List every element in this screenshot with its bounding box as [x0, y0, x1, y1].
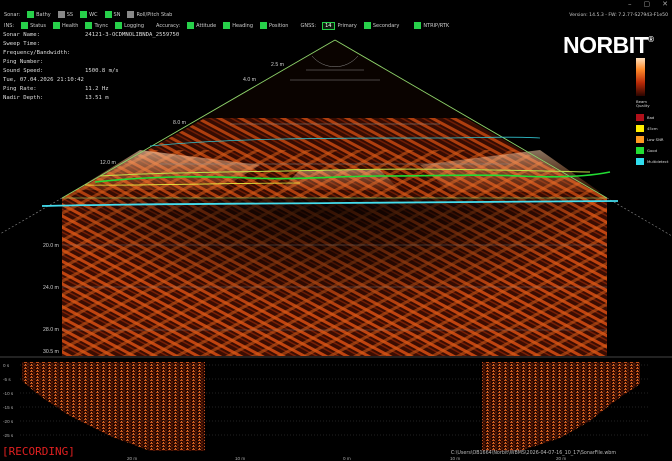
info-key: Ping Rate:: [3, 86, 37, 92]
norbit-logo: NORBIT®: [563, 32, 654, 59]
waterfall-y-ticks: 0 s -5 s -10 s -15 s -20 s -25 s: [3, 363, 14, 438]
info-panel: Sonar Name: 24121-3-OCDMNOLIBNDA_2559750 …: [3, 31, 179, 103]
legend-item: 45cm: [636, 123, 668, 134]
info-value: 11.2 Hz: [85, 86, 109, 92]
svg-text:10 m: 10 m: [235, 456, 245, 461]
legend-item: Multidetect: [636, 156, 668, 167]
range-label-30-5: 30.5 m: [43, 349, 59, 355]
legend-label: Good: [647, 147, 657, 153]
info-value: 24121-3-OCDMNOLIBNDA_2559750: [85, 32, 180, 38]
legend-swatch: [636, 124, 644, 132]
intensity-colorbar: [636, 58, 645, 96]
info-key: Tue, 07.04.2026 21:10:42: [3, 77, 84, 83]
legend-item: Low SNR: [636, 134, 668, 145]
info-value: 13.51 m: [85, 95, 109, 101]
recording-indicator: [RECORDING]: [2, 445, 75, 458]
logo-text: NORBIT: [563, 32, 649, 58]
legend-label: Low SNR: [647, 136, 664, 142]
range-label-4-0: 4.0 m: [243, 77, 256, 83]
info-key: Sound Speed:: [3, 68, 44, 74]
registered-mark: ®: [648, 35, 654, 45]
range-label-28-0: 28.0 m: [43, 327, 59, 333]
info-key: Sweep Time:: [3, 41, 41, 47]
svg-text:20 m: 20 m: [556, 456, 566, 461]
legend-label: Multidetect: [647, 158, 669, 164]
range-label-8-0: 8.0 m: [173, 120, 186, 126]
svg-text:-5 s: -5 s: [3, 377, 11, 382]
legend-swatch: [636, 135, 644, 143]
waterfall-right-swath: [482, 362, 640, 451]
waterfall-panel[interactable]: 0 s -5 s -10 s -15 s -20 s -25 s 20 m 10…: [0, 356, 672, 461]
svg-text:0 s: 0 s: [3, 363, 10, 368]
legend-title: Beam Quality: [636, 99, 650, 109]
info-key: Frequency/Bandwidth:: [3, 50, 71, 56]
legend-item: Good: [636, 145, 668, 156]
info-value: 1500.8 m/s: [85, 68, 119, 74]
range-label-24-0: 24.0 m: [43, 285, 59, 291]
svg-text:20 m: 20 m: [127, 456, 137, 461]
file-path: C:\Users\OB1664\Norbit\WBMS\2026-04-07-1…: [450, 451, 616, 456]
waterfall-left-swath: [22, 362, 205, 451]
legend-swatch: [636, 146, 644, 154]
svg-text:0 m: 0 m: [343, 456, 351, 461]
svg-text:-10 s: -10 s: [3, 391, 14, 396]
legend-label: Bad: [647, 114, 655, 120]
range-label-20-0: 20.0 m: [43, 243, 59, 249]
range-label-12-0: 12.0 m: [100, 160, 116, 166]
beam-quality-legend: Beam Quality Bad 45cm Low SNR Good Multi…: [636, 99, 668, 167]
waterfall-x-ticks: 20 m 10 m 0 m 10 m 20 m: [127, 456, 566, 461]
svg-text:-25 s: -25 s: [3, 433, 14, 438]
legend-label: 45cm: [647, 125, 658, 131]
legend-item: Bad: [636, 112, 668, 123]
info-key: Nadir Depth:: [3, 95, 44, 101]
info-key: Ping Number:: [3, 59, 44, 65]
svg-text:10 m: 10 m: [450, 456, 460, 461]
svg-text:-20 s: -20 s: [3, 419, 14, 424]
info-key: Sonar Name:: [3, 32, 41, 38]
legend-swatch: [636, 157, 644, 165]
range-label-2-5: 2.5 m: [271, 62, 284, 68]
legend-swatch: [636, 113, 644, 121]
svg-text:-15 s: -15 s: [3, 405, 14, 410]
